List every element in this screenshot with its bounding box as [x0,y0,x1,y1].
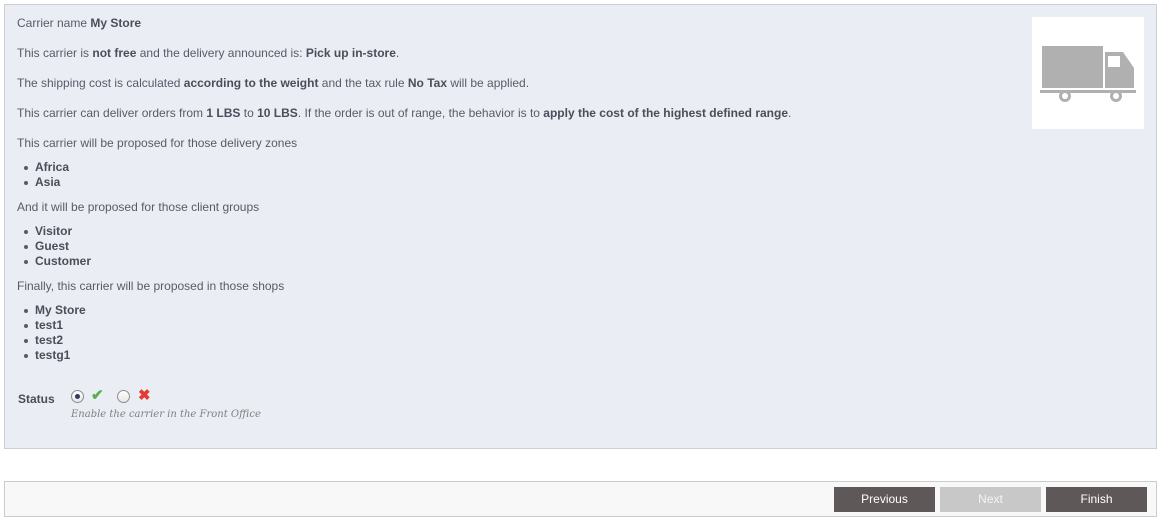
line2-prefix: The shipping cost is calculated [17,76,181,90]
line1-prefix: This carrier is [17,46,90,60]
list-item: test2 [24,333,1017,348]
free-status-line: This carrier is not free and the deliver… [17,46,1017,60]
status-disabled-radio[interactable] [117,390,130,403]
list-item: Guest [24,239,1017,254]
previous-button[interactable]: Previous [834,487,935,512]
line3-to: to [243,106,254,120]
list-item: Asia [24,175,1017,190]
groups-list: Visitor Guest Customer [17,224,1017,269]
status-label: Status [18,392,55,406]
shops-list: My Store test1 test2 testg1 [17,303,1017,363]
cross-icon: ✖ [138,387,151,404]
line3-mid: . If the order is out of range, the beha… [297,106,540,120]
summary-text: Carrier name My Store This carrier is no… [17,16,1017,373]
finish-button[interactable]: Finish [1046,487,1147,512]
line3-prefix: This carrier can deliver orders from [17,106,204,120]
carrier-logo [1032,17,1144,129]
carrier-name-label: Carrier name [17,16,88,30]
groups-intro: And it will be proposed for those client… [17,200,260,214]
range-min-value: 1 LBS [206,106,241,120]
line2-mid: and the tax rule [321,76,405,90]
carrier-name-value: My Store [90,16,142,30]
status-hint: Enable the carrier in the Front Office [71,409,261,420]
list-item: Visitor [24,224,1017,239]
zones-intro: This carrier will be proposed for those … [17,136,298,150]
next-button[interactable]: Next [940,487,1041,512]
list-item: My Store [24,303,1017,318]
tax-rule-value: No Tax [407,76,447,90]
list-item: Customer [24,254,1017,269]
delay-value: Pick up in-store [305,46,396,60]
range-behavior-value: apply the cost of the highest defined ra… [543,106,788,120]
range-line: This carrier can deliver orders from 1 L… [17,106,1017,120]
zones-list: Africa Asia [17,160,1017,190]
line3-suffix: . [788,106,792,120]
shipping-method-value: according to the weight [183,76,319,90]
line2-suffix: will be applied. [450,76,530,90]
shipping-method-line: The shipping cost is calculated accordin… [17,76,1017,90]
wizard-footer: Previous Next Finish [4,481,1157,517]
line1-mid: and the delivery announced is: [139,46,303,60]
check-icon: ✔ [91,387,104,404]
free-status-value: not free [92,46,137,60]
shops-intro: Finally, this carrier will be proposed i… [17,279,285,293]
list-item: Africa [24,160,1017,175]
status-enabled-radio[interactable] [71,390,84,403]
carrier-name-line: Carrier name My Store [17,16,1017,30]
truck-icon [1040,46,1136,102]
list-item: testg1 [24,348,1017,363]
range-max-value: 10 LBS [257,106,298,120]
list-item: test1 [24,318,1017,333]
carrier-summary-panel: Carrier name My Store This carrier is no… [4,4,1157,449]
line1-suffix: . [395,46,400,60]
